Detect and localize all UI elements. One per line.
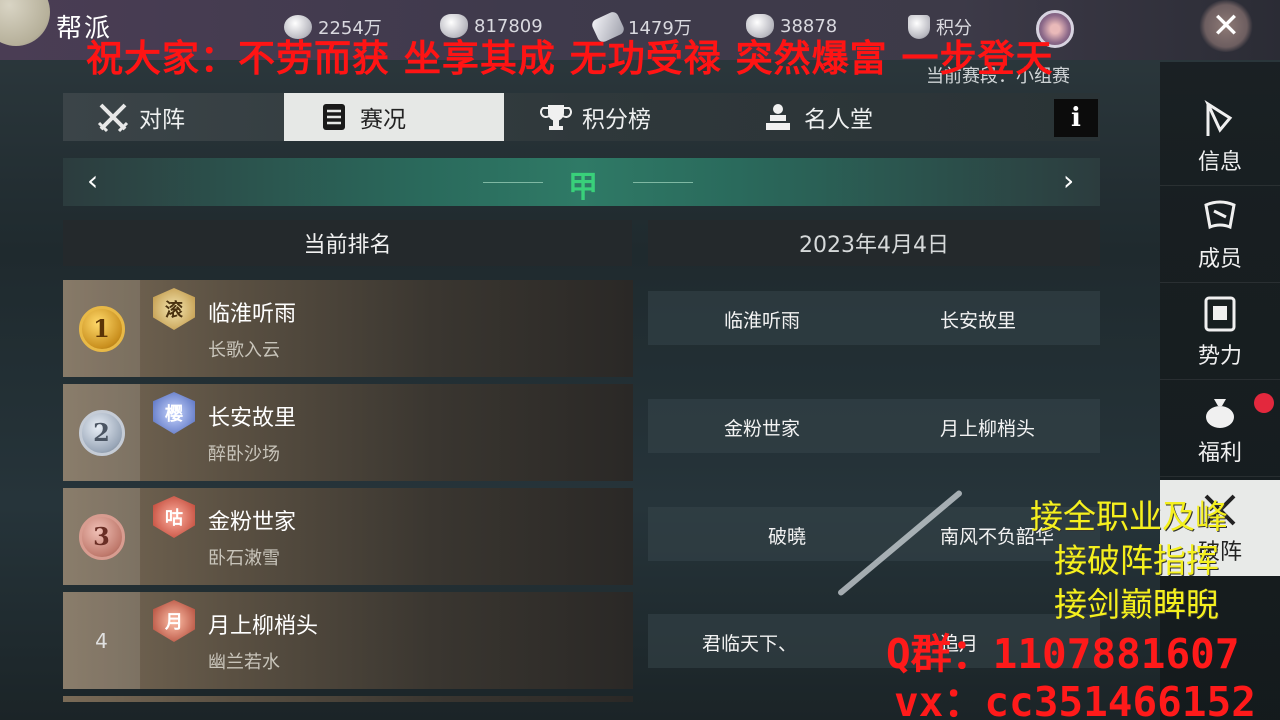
sidebar-item-influence[interactable]: 势力 xyxy=(1160,284,1280,380)
division-name: 甲 xyxy=(568,170,598,205)
gold-medal-icon: 1 xyxy=(78,305,125,352)
guild-name: 长安故里 xyxy=(208,406,297,431)
guild-leader: 醉卧沙场 xyxy=(208,444,280,465)
banner-icon xyxy=(1204,200,1236,229)
guild-badge-icon: 滚 xyxy=(153,288,195,330)
prev-division-button[interactable]: ‹ xyxy=(87,164,98,197)
division-selector: ‹ 甲 › xyxy=(63,158,1100,206)
division-line-right xyxy=(633,182,693,183)
trophy-icon xyxy=(540,105,572,130)
matchup-right-guild: 长安故里 xyxy=(940,310,1017,332)
rank-cell: 2 xyxy=(63,384,140,481)
matchup-row[interactable]: 临淮听雨 长安故里 xyxy=(648,291,1100,345)
flag-icon xyxy=(1204,99,1233,136)
guild-leader: 长歌入云 xyxy=(208,340,280,361)
overlay-banner: 祝大家：不劳而获 坐享其成 无功受禄 突然爆富 一步登天 xyxy=(86,36,1054,80)
overlay-vx: vx：cc351466152 xyxy=(894,678,1256,720)
matchup-left-guild: 临淮听雨 xyxy=(724,310,801,332)
sidebar-item-members[interactable]: 成员 xyxy=(1160,187,1280,283)
overlay-ad-line: 接全职业及峰 xyxy=(1030,497,1228,536)
matchup-left-guild: 破曉 xyxy=(768,526,807,548)
guild-name: 金粉世家 xyxy=(208,510,297,535)
overlay-ad-line: 接剑巅睥睨 xyxy=(1054,585,1219,624)
ranking-row xyxy=(63,696,633,702)
ranking-row[interactable]: 2 樱 长安故里 醉卧沙场 xyxy=(63,384,633,481)
close-button[interactable]: ✕ xyxy=(1198,0,1254,52)
tab-leaderboard[interactable]: 积分榜 xyxy=(506,93,726,141)
seal-icon xyxy=(1204,296,1236,331)
tab-status[interactable]: 赛况 xyxy=(284,93,504,141)
guild-badge-icon: 月 xyxy=(153,600,195,642)
bronze-medal-icon: 3 xyxy=(78,513,125,560)
pagoda-icon xyxy=(766,104,790,130)
crossed-swords-icon xyxy=(97,103,129,133)
date-header: 2023年4月4日 xyxy=(648,220,1100,266)
division-line-left xyxy=(483,182,543,183)
ranking-row[interactable]: 3 咕 金粉世家 卧石潄雪 xyxy=(63,488,633,585)
guild-name: 临淮听雨 xyxy=(208,302,297,327)
guild-badge-icon: 咕 xyxy=(153,496,195,538)
tab-hall-of-fame[interactable]: 名人堂 xyxy=(728,93,948,141)
rank-cell: 3 xyxy=(63,488,140,585)
guild-leader: 卧石潄雪 xyxy=(208,548,280,569)
sidebar-item-info[interactable]: 信息 xyxy=(1160,90,1280,186)
ranking-header: 当前排名 xyxy=(63,220,632,266)
matchup-left-guild: 君临天下、 xyxy=(702,633,798,655)
rank-cell: 4 xyxy=(63,592,140,689)
guild-badge-icon: 樱 xyxy=(153,392,195,434)
money-bag-icon xyxy=(1206,398,1234,428)
ranking-row[interactable]: 4 月 月上柳梢头 幽兰若水 xyxy=(63,592,633,689)
info-button[interactable]: i xyxy=(1054,99,1098,137)
rank-cell: 1 xyxy=(63,280,140,377)
next-division-button[interactable]: › xyxy=(1063,164,1074,197)
tab-matchups[interactable]: 对阵 xyxy=(63,93,284,141)
matchup-row[interactable]: 金粉世家 月上柳梢头 xyxy=(648,399,1100,453)
silver-medal-icon: 2 xyxy=(78,409,125,456)
matchup-left-guild: 金粉世家 xyxy=(724,418,801,440)
matchup-right-guild: 月上柳梢头 xyxy=(940,418,1036,440)
rank-number: 4 xyxy=(95,628,108,653)
ranking-row[interactable]: 1 滚 临淮听雨 长歌入云 xyxy=(63,280,633,377)
guild-leader: 幽兰若水 xyxy=(208,652,280,673)
notification-dot xyxy=(1254,393,1274,413)
overlay-ad-line: 接破阵指挥 xyxy=(1054,541,1219,580)
guild-name: 月上柳梢头 xyxy=(208,614,319,639)
scroll-list-icon xyxy=(323,104,345,130)
